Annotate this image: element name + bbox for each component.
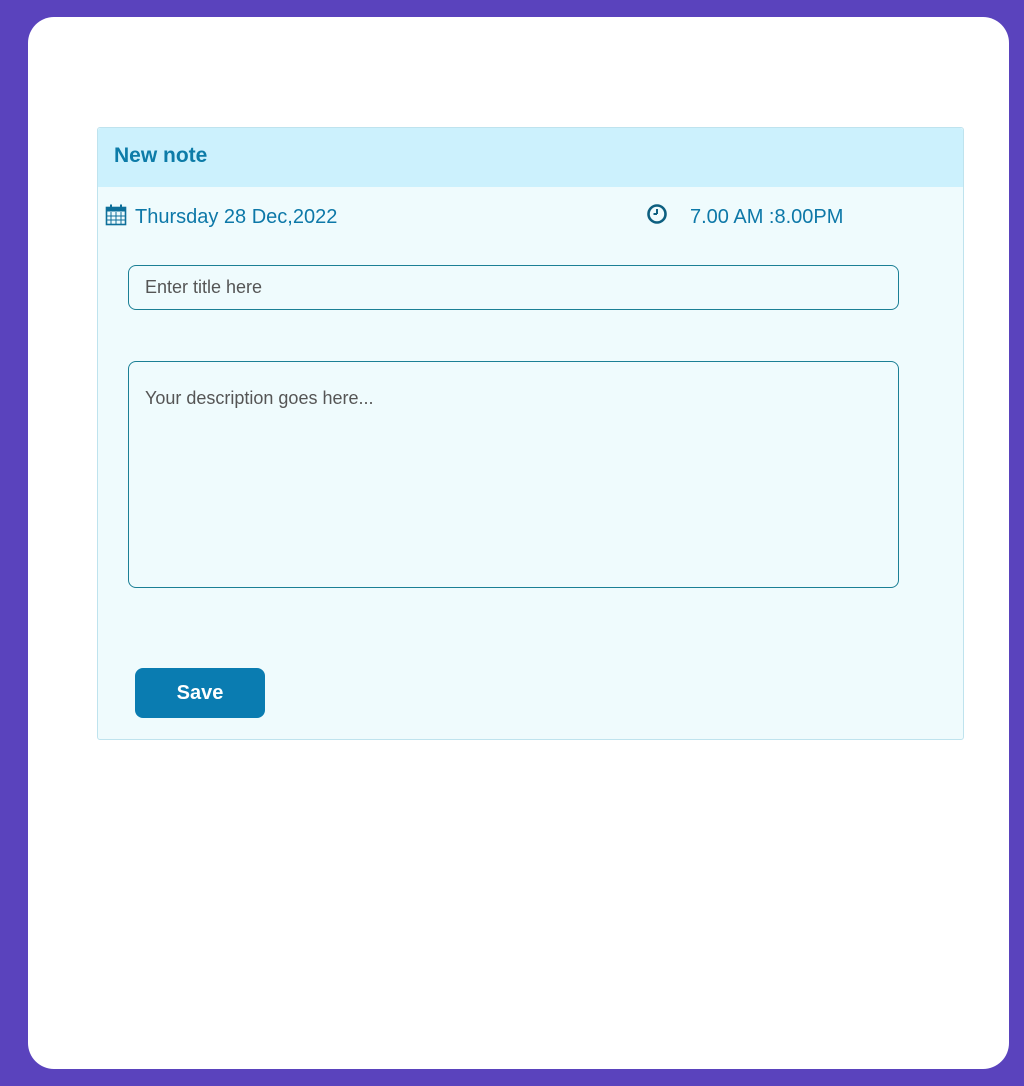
card-header: New note xyxy=(98,128,963,187)
clock-icon xyxy=(647,204,667,224)
calendar-icon xyxy=(105,204,127,226)
note-date: Thursday 28 Dec,2022 xyxy=(135,206,338,228)
app-window: New note Thursday 28 Dec,2022 7.00 AM :8 xyxy=(28,17,1009,1069)
note-time: 7.00 AM :8.00PM xyxy=(690,206,844,228)
new-note-card: New note Thursday 28 Dec,2022 7.00 AM :8 xyxy=(97,127,964,740)
save-button[interactable]: Save xyxy=(135,668,265,718)
date-time-row: Thursday 28 Dec,2022 7.00 AM :8.00PM xyxy=(98,198,963,238)
description-textarea[interactable] xyxy=(128,361,899,588)
page-title: New note xyxy=(114,144,208,167)
title-input[interactable] xyxy=(128,265,899,310)
